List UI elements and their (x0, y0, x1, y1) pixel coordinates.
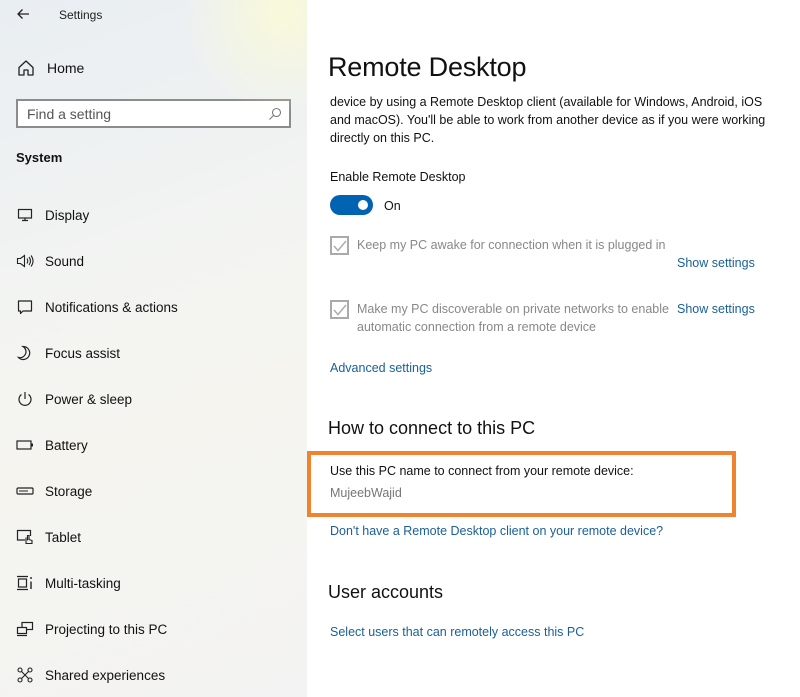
shared-experiences-icon (16, 666, 34, 684)
projecting-icon (16, 620, 34, 638)
sidebar-item-shared-experiences[interactable]: Shared experiences (0, 652, 307, 697)
toggle-state-label: On (384, 199, 401, 213)
pc-name-value: MujeebWajid (330, 486, 402, 500)
sidebar-item-label: Power & sleep (45, 391, 133, 407)
sidebar-item-storage[interactable]: Storage (0, 468, 307, 514)
home-label: Home (47, 60, 85, 76)
search-icon[interactable] (265, 104, 285, 124)
toggle-knob (358, 200, 368, 210)
title-bar: Settings (0, 0, 307, 32)
show-settings-link-discoverable[interactable]: Show settings (677, 302, 755, 316)
sidebar-item-label: Battery (45, 437, 88, 453)
main-content: Remote Desktop device by using a Remote … (307, 0, 800, 697)
sidebar-item-label: Display (45, 207, 90, 223)
sidebar-item-label: Notifications & actions (45, 299, 178, 315)
tablet-icon (16, 528, 34, 546)
speaker-icon (16, 252, 34, 270)
back-button[interactable] (12, 6, 34, 26)
power-icon (16, 390, 34, 408)
sidebar-item-projecting[interactable]: Projecting to this PC (0, 606, 307, 652)
checkmark-icon (332, 304, 347, 316)
select-users-link[interactable]: Select users that can remotely access th… (330, 625, 584, 639)
enable-remote-desktop-toggle[interactable] (330, 195, 373, 215)
pc-name-instruction: Use this PC name to connect from your re… (330, 464, 634, 478)
monitor-icon (16, 206, 34, 224)
keep-awake-checkbox[interactable] (330, 236, 349, 255)
multitasking-icon (16, 574, 34, 592)
how-to-connect-heading: How to connect to this PC (328, 418, 536, 438)
battery-icon (16, 436, 34, 454)
notification-icon (16, 298, 34, 316)
moon-icon (16, 344, 34, 362)
sidebar-item-sound[interactable]: Sound (0, 238, 307, 284)
description: device by using a Remote Desktop client … (330, 95, 766, 145)
option-keep-awake: Keep my PC awake for connection when it … (330, 236, 672, 255)
sidebar-nav: Display Sound Notifications & actions Fo… (0, 192, 307, 697)
sidebar-item-label: Focus assist (45, 345, 121, 361)
search-box[interactable] (16, 99, 291, 128)
sidebar-item-power-sleep[interactable]: Power & sleep (0, 376, 307, 422)
option-discoverable: Make my PC discoverable on private netwo… (330, 300, 672, 336)
advanced-settings-link[interactable]: Advanced settings (330, 361, 432, 375)
sidebar-item-label: Sound (45, 253, 85, 269)
sidebar-item-focus-assist[interactable]: Focus assist (0, 330, 307, 376)
no-client-link[interactable]: Don't have a Remote Desktop client on yo… (330, 524, 663, 538)
home-icon (16, 58, 36, 78)
sidebar-item-battery[interactable]: Battery (0, 422, 307, 468)
user-accounts-heading: User accounts (328, 582, 444, 602)
sidebar-item-label: Storage (45, 483, 93, 499)
option-label: Keep my PC awake for connection when it … (357, 238, 666, 252)
sidebar-item-label: Projecting to this PC (45, 621, 168, 637)
discoverable-checkbox[interactable] (330, 300, 349, 319)
enable-remote-desktop-label: Enable Remote Desktop (330, 170, 466, 184)
sidebar-item-label: Multi-tasking (45, 575, 121, 591)
section-label-system: System (16, 150, 63, 165)
sidebar-item-label: Shared experiences (45, 667, 166, 683)
sidebar-item-multitasking[interactable]: Multi-tasking (0, 560, 307, 606)
show-settings-link-keep-awake[interactable]: Show settings (677, 256, 755, 270)
checkmark-icon (332, 240, 347, 252)
sidebar: Settings Home System Display Sound Notif… (0, 0, 307, 697)
search-input[interactable] (18, 101, 265, 126)
app-title: Settings (59, 8, 103, 22)
storage-icon (16, 482, 34, 500)
arrow-left-icon (17, 9, 29, 19)
sidebar-item-tablet[interactable]: Tablet (0, 514, 307, 560)
sidebar-item-display[interactable]: Display (0, 192, 307, 238)
sidebar-item-label: Tablet (45, 529, 82, 545)
sidebar-home[interactable]: Home (16, 58, 84, 78)
option-label: Make my PC discoverable on private netwo… (357, 302, 669, 334)
page-title: Remote Desktop (328, 52, 527, 82)
pc-name-highlight-box: Use this PC name to connect from your re… (307, 451, 736, 517)
sidebar-item-notifications[interactable]: Notifications & actions (0, 284, 307, 330)
